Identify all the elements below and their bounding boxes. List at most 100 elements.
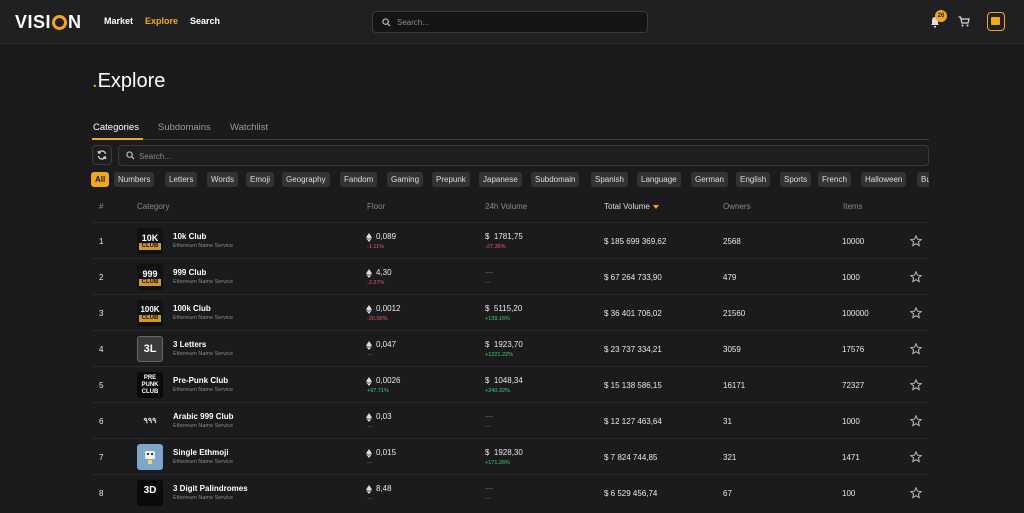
chip-subdomain[interactable]: Subdomain — [531, 172, 580, 187]
cart-icon[interactable] — [958, 16, 970, 27]
chip-numbers[interactable]: Numbers — [114, 172, 155, 187]
table-row[interactable]: 2 999 CLUB 999 Club Ethereum Name Service… — [92, 258, 928, 294]
tab-categories[interactable]: Categories — [93, 122, 139, 133]
category-name[interactable]: 100k Club — [173, 304, 211, 313]
category-search[interactable] — [118, 145, 929, 166]
floor-change: +97.71% — [367, 388, 389, 394]
chip-french[interactable]: French — [818, 172, 851, 187]
chip-german[interactable]: German — [691, 172, 728, 187]
chip-english[interactable]: English — [736, 172, 771, 187]
items-count: 1471 — [842, 453, 860, 462]
chip-prepunk[interactable]: Prepunk — [432, 172, 470, 187]
column-items[interactable]: Items — [843, 202, 863, 211]
chip-more[interactable]: Bu — [917, 172, 929, 187]
chip-all[interactable]: All — [91, 172, 110, 187]
category-name[interactable]: 10k Club — [173, 232, 206, 241]
row-rank: 4 — [99, 345, 104, 354]
chip-emoji[interactable]: Emoji — [246, 172, 275, 187]
global-search[interactable] — [372, 11, 648, 33]
items-count: 72327 — [842, 381, 865, 390]
star-icon[interactable] — [910, 343, 922, 355]
volume-currency: $ — [485, 232, 490, 241]
category-name[interactable]: 3 Letters — [173, 340, 206, 349]
star-icon[interactable] — [910, 415, 922, 427]
logo-text-left: VISI — [15, 12, 52, 32]
chip-spanish[interactable]: Spanish — [591, 172, 628, 187]
category-subtitle: Ethereum Name Service — [173, 279, 233, 285]
volume-change: — — [485, 280, 491, 286]
owners-count: 479 — [723, 273, 737, 282]
global-search-input[interactable] — [397, 15, 637, 29]
chip-words[interactable]: Words — [207, 172, 238, 187]
category-search-input[interactable] — [139, 149, 439, 163]
chip-japanese[interactable]: Japanese — [479, 172, 522, 187]
category-name[interactable]: Single Ethmoji — [173, 448, 229, 457]
ethereum-icon — [366, 341, 372, 350]
volume-change: -27.36% — [485, 244, 506, 250]
volume-value: — — [485, 412, 493, 421]
chip-gaming[interactable]: Gaming — [387, 172, 424, 187]
chip-halloween[interactable]: Halloween — [861, 172, 907, 187]
column-category[interactable]: Category — [137, 202, 169, 211]
volume-24h: — — [485, 484, 493, 493]
star-icon[interactable] — [910, 451, 922, 463]
column-total-volume[interactable]: Total Volume — [604, 202, 659, 211]
table-row[interactable]: 1 10K CLUB 10k Club Ethereum Name Service… — [92, 222, 928, 258]
column-24h-volume[interactable]: 24h Volume — [485, 202, 527, 211]
volume-value: 1928,30 — [493, 448, 523, 457]
wallet-button[interactable] — [987, 12, 1005, 31]
star-icon[interactable] — [910, 271, 922, 283]
row-rank: 1 — [99, 237, 104, 246]
chip-geography[interactable]: Geography — [282, 172, 330, 187]
star-icon[interactable] — [910, 487, 922, 499]
category-name[interactable]: 999 Club — [173, 268, 206, 277]
category-thumbnail: PRE PUNK CLUB — [137, 372, 163, 398]
items-count: 1000 — [842, 417, 860, 426]
nav-search[interactable]: Search — [190, 16, 220, 26]
floor-change: -2.27% — [367, 280, 385, 286]
table-row[interactable]: 4 3L 3 Letters Ethereum Name Service 0,0… — [92, 330, 928, 366]
category-chips: All Numbers Letters Words Emoji Geograph… — [91, 172, 929, 187]
owners-count: 67 — [723, 489, 732, 498]
table-row[interactable]: 3 100K CLUB 100k Club Ethereum Name Servi… — [92, 294, 928, 330]
floor-price: 0,0026 — [376, 376, 401, 385]
category-name[interactable]: 3 Digit Palindromes — [173, 484, 248, 493]
table-row[interactable]: 6 ٩٩٩ Arabic 999 Club Ethereum Name Serv… — [92, 402, 928, 438]
refresh-button[interactable] — [92, 145, 112, 165]
category-subtitle: Ethereum Name Service — [173, 387, 233, 393]
table-row[interactable]: 5 PRE PUNK CLUB Pre-Punk Club Ethereum Nam… — [92, 366, 928, 402]
category-thumbnail: ٩٩٩ — [137, 408, 163, 434]
chip-language[interactable]: Language — [637, 172, 681, 187]
tab-watchlist[interactable]: Watchlist — [230, 122, 268, 133]
total-volume: $ 15 138 586,15 — [604, 381, 662, 390]
ethereum-icon — [366, 413, 372, 422]
chip-sports[interactable]: Sports — [780, 172, 812, 187]
chip-letters[interactable]: Letters — [165, 172, 198, 187]
star-icon[interactable] — [910, 307, 922, 319]
logo-o-ring — [52, 15, 68, 30]
volume-change: — — [485, 496, 491, 502]
ethereum-icon — [366, 485, 372, 494]
category-name[interactable]: Pre-Punk Club — [173, 376, 228, 385]
column-owners[interactable]: Owners — [723, 202, 751, 211]
logo[interactable]: VISI N — [15, 12, 82, 33]
emoji-tile-icon — [145, 451, 155, 464]
column-floor[interactable]: Floor — [367, 202, 385, 211]
nav-market[interactable]: Market — [104, 16, 133, 26]
table-row[interactable]: 7 Single Ethmoji Ethereum Name Service 0… — [92, 438, 928, 474]
category-name[interactable]: Arabic 999 Club — [173, 412, 233, 421]
wallet-icon — [991, 17, 1000, 25]
nav-explore[interactable]: Explore — [145, 16, 178, 26]
table-row[interactable]: 8 3D 3 Digit Palindromes Ethereum Name S… — [92, 474, 928, 510]
volume-value: 5115,20 — [493, 304, 523, 313]
chip-fandom[interactable]: Fandom — [340, 172, 378, 187]
search-icon — [382, 18, 391, 27]
total-volume: $ 12 127 463,64 — [604, 417, 662, 426]
total-volume: $ 67 264 733,90 — [604, 273, 662, 282]
star-icon[interactable] — [910, 379, 922, 391]
items-count: 17576 — [842, 345, 865, 354]
volume-currency: $ — [485, 340, 490, 349]
star-icon[interactable] — [910, 235, 922, 247]
tab-subdomains[interactable]: Subdomains — [158, 122, 211, 133]
category-thumbnail: 100K CLUB — [137, 300, 163, 326]
